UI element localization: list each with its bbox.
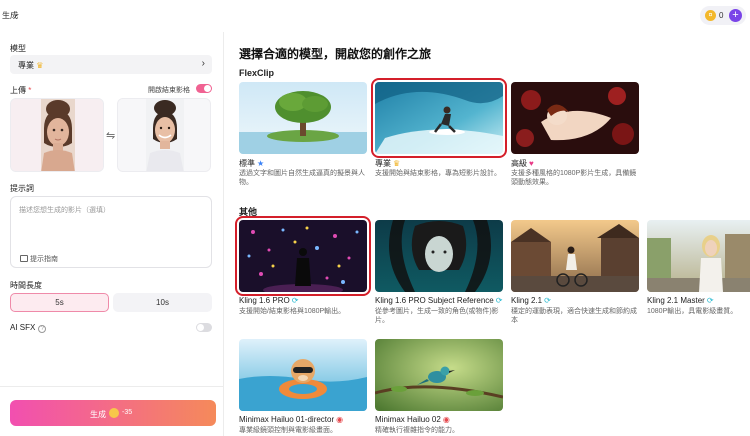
coin-icon: ¤ — [705, 10, 716, 21]
model-thumb-kling-1-6-pro-subject-reference[interactable] — [375, 220, 503, 292]
model-name-pro[interactable]: 專業 ♛ — [375, 158, 400, 169]
model-name-advanced-text: 高級 — [511, 159, 527, 168]
model-value-text: 專業 — [18, 61, 34, 70]
chevron-down-icon[interactable]: ⌄ — [12, 9, 21, 18]
cyclist-street-image — [511, 220, 639, 292]
woman-roses-image — [511, 82, 639, 154]
model-thumb-pro[interactable] — [371, 78, 507, 158]
end-frame-image — [118, 99, 210, 171]
model-desc-advanced: 支援多種風格的1080P影片生成，具備鏡頭動態效果。 — [511, 170, 637, 186]
model-name-kling-2-1-master-text: Kling 2.1 Master — [647, 296, 705, 305]
credits-pill[interactable]: ¤ 0 + — [700, 6, 746, 25]
model-name-minimax-hailuo-01-director[interactable]: Minimax Hailuo 01-director ◉ — [239, 415, 343, 424]
model-name-minimax-hailuo-01-director-text: Minimax Hailuo 01-director — [239, 415, 335, 424]
generate-cost: -35 — [122, 409, 133, 416]
model-thumb-kling-1-6-pro[interactable] — [235, 216, 371, 296]
model-label: 模型 — [10, 44, 26, 53]
generate-button[interactable]: 生成 -35 — [10, 400, 216, 426]
bird-branch-image — [375, 339, 503, 411]
upload-label: 上傳 * — [10, 85, 31, 96]
model-name-standard[interactable]: 標準 ★ — [239, 158, 264, 169]
model-select[interactable]: 專業 ♛ › — [10, 55, 212, 74]
model-name-kling-1-6-pro-subject-reference[interactable]: Kling 1.6 PRO Subject Reference ⟳ — [375, 296, 502, 305]
loop-icon: ⟳ — [291, 296, 299, 305]
page-title: 選擇合適的模型，開啟您的創作之旅 — [239, 47, 432, 61]
loop-icon: ⟳ — [495, 296, 503, 305]
model-desc-minimax-hailuo-02: 精確執行複雜指令的能力。 — [375, 427, 459, 434]
top-bar: 生成 ⌄ ¤ 0 + — [0, 0, 750, 32]
model-thumb-advanced[interactable] — [511, 82, 639, 154]
divider — [0, 386, 224, 387]
chevron-right-icon: › — [201, 58, 205, 69]
duration-option-10s[interactable]: 10s — [113, 293, 212, 312]
model-desc-kling-2-1-master: 1080P輸出，具電影級畫質。 — [647, 308, 738, 315]
model-desc-kling-2-1: 穩定的運動表現，適合快速生成和節約成本 — [511, 308, 637, 324]
surfer-wave-image — [375, 82, 503, 154]
model-desc-kling-1-6-pro-subject-reference: 從參考圖片，生成一致的角色(或物件)影片。 — [375, 308, 499, 324]
prompt-label: 提示詞 — [10, 184, 34, 193]
ai-sfx-text: AI SFX — [10, 323, 36, 332]
credits-count: 0 — [719, 11, 724, 20]
start-end-frame-label: 開啟結束影格 — [148, 87, 190, 94]
model-thumb-minimax-hailuo-02[interactable] — [375, 339, 503, 411]
prompt-guide-link[interactable]: 提示指南 — [20, 254, 58, 264]
prompt-guide-text: 提示指南 — [30, 256, 58, 263]
settings-panel: 模型 專業 ♛ › 上傳 * 開啟結束影格 ⇋ 提示詞 描述您想生成的影片（選填… — [0, 32, 224, 436]
group-title-flexclip: FlexClip — [239, 68, 275, 78]
model-name-minimax-hailuo-02[interactable]: Minimax Hailuo 02 ◉ — [375, 415, 450, 424]
duration-label: 時間長度 — [10, 281, 42, 290]
minimax-logo-icon: ◉ — [336, 415, 344, 424]
model-name-minimax-hailuo-02-text: Minimax Hailuo 02 — [375, 415, 441, 424]
crown-icon: ♛ — [36, 61, 44, 70]
end-frame-upload[interactable] — [117, 98, 211, 172]
required-mark: * — [28, 86, 32, 95]
heart-icon: ♥ — [529, 159, 534, 168]
ai-sfx-label: AI SFX? — [10, 323, 47, 333]
model-desc-pro: 支援開始與結束影格，專為短影片設計。 — [375, 170, 501, 177]
model-name-kling-2-1-text: Kling 2.1 — [511, 296, 543, 305]
generate-label: 生成 — [90, 410, 106, 419]
star-icon: ★ — [257, 159, 265, 168]
model-thumb-kling-2-1[interactable] — [511, 220, 639, 292]
underwater-woman-image — [375, 220, 503, 292]
sparkle-figure-image — [239, 220, 367, 292]
model-desc-standard: 透過文字和圖片自然生成逼真的擬景與人物。 — [239, 170, 365, 186]
prompt-textarea[interactable]: 描述您想生成的影片（選填） 提示指南 — [10, 196, 212, 268]
info-icon[interactable]: ? — [38, 325, 47, 333]
model-name-advanced[interactable]: 高級 ♥ — [511, 158, 534, 169]
ai-sfx-toggle[interactable] — [196, 323, 212, 332]
model-thumb-minimax-hailuo-01-director[interactable] — [239, 339, 367, 411]
model-name-standard-text: 標準 — [239, 159, 255, 168]
start-frame-image — [11, 99, 103, 171]
crown-icon: ♛ — [393, 159, 401, 168]
upload-label-text: 上傳 — [10, 86, 26, 95]
dog-float-image — [239, 339, 367, 411]
minimax-logo-icon: ◉ — [442, 415, 450, 424]
loop-icon: ⟳ — [706, 296, 714, 305]
start-frame-upload[interactable] — [10, 98, 104, 172]
coin-icon — [109, 408, 119, 418]
model-name-kling-1-6-pro[interactable]: Kling 1.6 PRO ⟳ — [239, 296, 298, 305]
group-title-other: 其他 — [239, 207, 258, 217]
model-name-kling-1-6-pro-text: Kling 1.6 PRO — [239, 296, 290, 305]
model-name-pro-text: 專業 — [375, 159, 391, 168]
model-name-kling-1-6-pro-subject-reference-text: Kling 1.6 PRO Subject Reference — [375, 296, 494, 305]
model-name-kling-2-1-master[interactable]: Kling 2.1 Master ⟳ — [647, 296, 714, 305]
prompt-placeholder: 描述您想生成的影片（選填） — [19, 207, 110, 214]
model-thumb-kling-2-1-master[interactable] — [647, 220, 750, 292]
blonde-woman-street-image — [647, 220, 750, 292]
start-end-frame-toggle[interactable] — [196, 84, 212, 93]
model-value: 專業 ♛ — [18, 60, 43, 71]
add-credits-button[interactable]: + — [729, 9, 742, 22]
tree-island-image — [239, 82, 367, 154]
loop-icon: ⟳ — [544, 296, 551, 305]
model-name-kling-2-1[interactable]: Kling 2.1 ⟳ — [511, 296, 551, 305]
model-desc-kling-1-6-pro: 支援開始/結束影格與1080P輸出。 — [239, 308, 346, 315]
duration-option-5s[interactable]: 5s — [10, 293, 109, 312]
model-desc-minimax-hailuo-01-director: 專業級鏡頭控制與電影級畫面。 — [239, 427, 337, 434]
model-thumb-standard[interactable] — [239, 82, 367, 154]
swap-frames-icon[interactable]: ⇋ — [106, 129, 115, 142]
book-icon — [20, 255, 28, 262]
